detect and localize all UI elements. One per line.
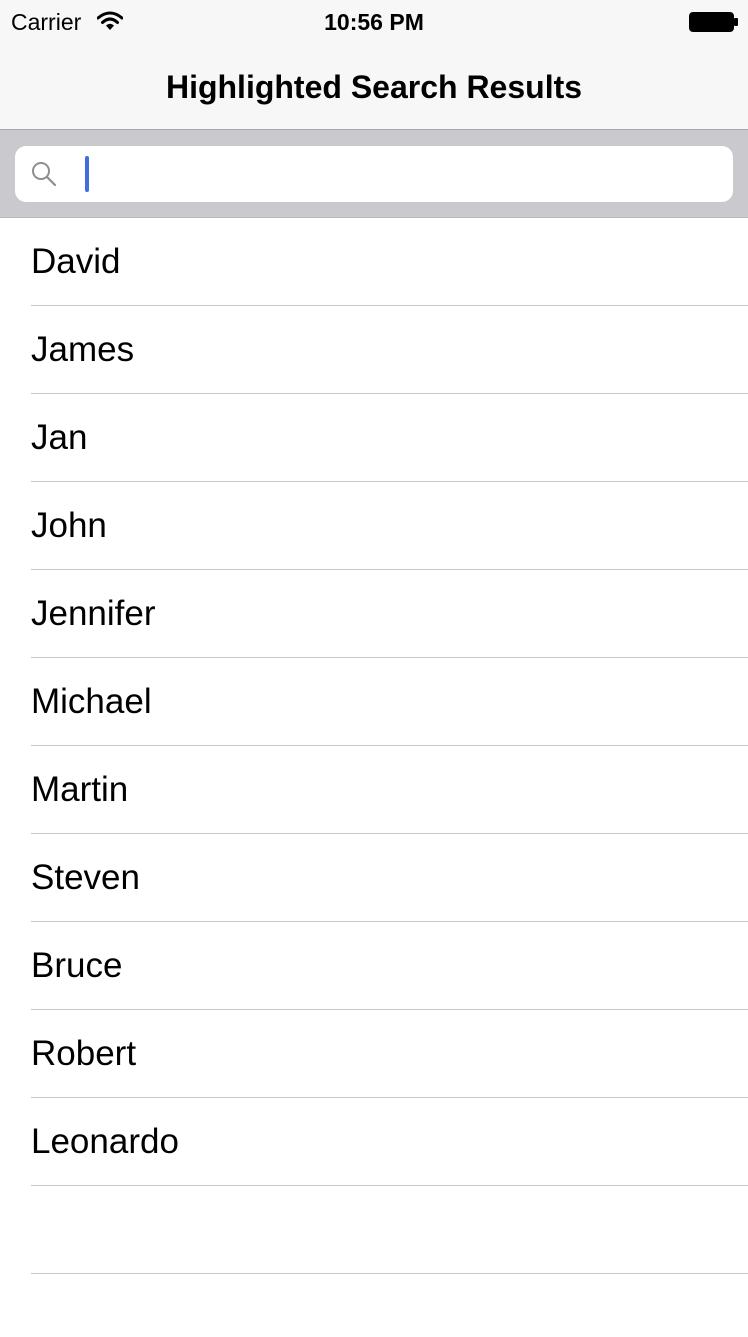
search-input[interactable] bbox=[73, 146, 713, 202]
row-label: John bbox=[31, 506, 107, 545]
row-label: Jan bbox=[31, 418, 88, 457]
results-table: David James Jan John Jennifer Michael Martin St… bbox=[0, 218, 748, 1274]
table-row[interactable]: Michael bbox=[0, 658, 748, 746]
table-row[interactable]: Bruce bbox=[0, 922, 748, 1010]
table-row[interactable]: Martin bbox=[0, 746, 748, 834]
table-row[interactable] bbox=[0, 1186, 748, 1274]
search-bar bbox=[0, 130, 748, 218]
search-field[interactable] bbox=[15, 146, 733, 202]
table-row[interactable]: Steven bbox=[0, 834, 748, 922]
page-title: Highlighted Search Results bbox=[165, 69, 583, 105]
row-label: Steven bbox=[31, 858, 140, 897]
table-row[interactable]: John bbox=[0, 482, 748, 570]
row-label: Leonardo bbox=[31, 1122, 179, 1161]
table-row[interactable]: Jennifer bbox=[0, 570, 748, 658]
search-icon bbox=[32, 162, 57, 187]
status-time: 10:56 PM bbox=[324, 9, 424, 35]
row-label: Robert bbox=[31, 1034, 137, 1073]
row-label: Jennifer bbox=[31, 594, 156, 633]
battery-icon bbox=[689, 12, 738, 32]
table-row[interactable]: Leonardo bbox=[0, 1098, 748, 1186]
navigation-bar: Carrier 10:56 PM Highlighted Search Resu… bbox=[0, 0, 748, 130]
table-row[interactable]: Jan bbox=[0, 394, 748, 482]
text-cursor bbox=[85, 156, 89, 192]
row-label: David bbox=[31, 242, 121, 281]
table-row[interactable]: David bbox=[0, 218, 748, 306]
row-label: James bbox=[31, 330, 135, 369]
row-label: Michael bbox=[31, 682, 152, 721]
status-bar: Carrier 10:56 PM bbox=[0, 0, 748, 42]
table-row[interactable]: Robert bbox=[0, 1010, 748, 1098]
table-row[interactable]: James bbox=[0, 306, 748, 394]
row-label: Martin bbox=[31, 770, 129, 809]
row-label: Bruce bbox=[31, 946, 123, 985]
screen: Carrier 10:56 PM Highlighted Search Resu… bbox=[0, 0, 748, 1337]
